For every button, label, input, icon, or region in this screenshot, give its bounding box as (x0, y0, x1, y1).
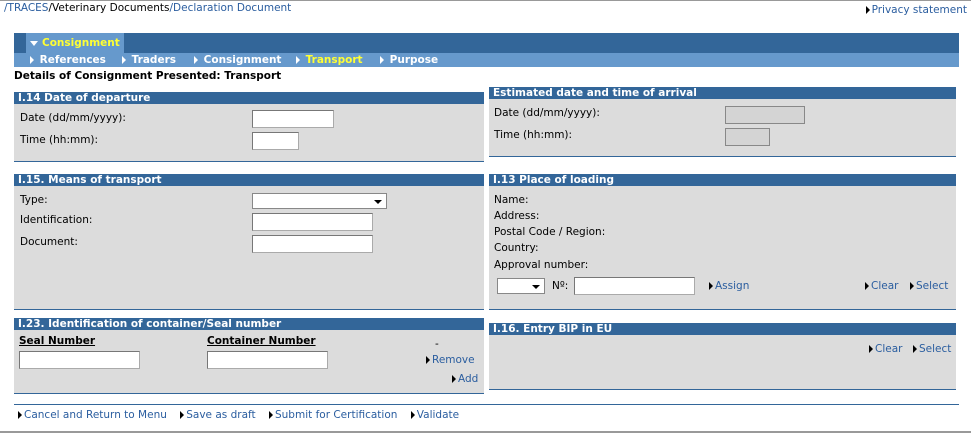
departure-time-input[interactable] (252, 132, 299, 150)
loading-approval-number-input[interactable] (574, 277, 695, 295)
arrow-right-icon (869, 345, 873, 353)
arrow-right-icon (122, 56, 126, 64)
subnav-transport[interactable]: Transport (296, 54, 363, 66)
footer-actions: Cancel and Return to Menu Save as draft … (18, 409, 469, 421)
loading-postal-label: Postal Code / Region: (494, 226, 606, 238)
loading-panel: I.13 Place of loading Name: Address: Pos… (489, 174, 956, 310)
transport-document-input[interactable] (252, 235, 373, 253)
arrow-right-icon (910, 282, 914, 290)
page-title: Details of Consignment Presented: Transp… (14, 70, 282, 82)
subnav-traders[interactable]: Traders (122, 54, 176, 66)
arrow-right-icon (194, 56, 198, 64)
tab-consignment[interactable]: Consignment (26, 33, 124, 53)
transport-identification-input[interactable] (252, 213, 373, 231)
transport-title: I.15. Means of transport (14, 174, 484, 186)
arrow-right-icon (426, 356, 430, 364)
arrival-panel: Estimated date and time of arrival Date … (489, 87, 956, 157)
bip-select-link[interactable]: Select (913, 343, 951, 355)
arrow-right-icon (913, 345, 917, 353)
transport-type-label: Type: (20, 194, 48, 206)
divider (14, 404, 959, 405)
loading-country-label: Country: (494, 242, 539, 254)
container-panel: I.23. Identification of container/Seal n… (14, 318, 484, 394)
validate-link[interactable]: Validate (410, 409, 469, 421)
container-title: I.23. Identification of container/Seal n… (14, 318, 484, 330)
departure-time-label: Time (hh:mm): (20, 134, 99, 146)
transport-type-select[interactable] (252, 193, 387, 209)
departure-date-input[interactable] (252, 110, 334, 128)
transport-panel: I.15. Means of transport Type: Identific… (14, 174, 484, 310)
add-link[interactable]: Add (452, 373, 478, 385)
tab-bar: Consignment (14, 33, 959, 53)
seal-number-header: Seal Number (19, 335, 96, 347)
arrow-right-icon (268, 411, 273, 419)
arrow-right-icon (709, 282, 713, 290)
triangle-down-icon (30, 40, 38, 46)
transport-identification-label: Identification: (20, 214, 93, 226)
transport-document-label: Document: (20, 236, 78, 248)
seal-number-input[interactable] (19, 351, 140, 369)
arrival-date-input[interactable] (725, 106, 805, 124)
subnav-references[interactable]: References (30, 54, 106, 66)
save-draft-link[interactable]: Save as draft (180, 409, 265, 421)
cancel-return-menu-link[interactable]: Cancel and Return to Menu (18, 409, 177, 421)
loading-approval-type-select[interactable] (497, 278, 545, 294)
breadcrumb-traces-link[interactable]: TRACES (8, 2, 49, 14)
sub-navigation: References Traders Consignment Transport… (14, 53, 959, 67)
loading-title: I.13 Place of loading (489, 174, 956, 186)
loading-name-label: Name: (494, 194, 529, 206)
bip-clear-link[interactable]: Clear (869, 343, 902, 355)
subnav-consignment[interactable]: Consignment (194, 54, 281, 66)
subnav-purpose[interactable]: Purpose (380, 54, 438, 66)
dash-text: - (435, 338, 439, 350)
departure-date-label: Date (dd/mm/yyyy): (20, 112, 126, 124)
arrival-time-input[interactable] (725, 128, 770, 146)
arrow-right-icon (865, 6, 870, 14)
loading-assign-link[interactable]: Assign (709, 280, 749, 292)
arrow-right-icon (30, 56, 34, 64)
arrival-title: Estimated date and time of arrival (489, 87, 956, 99)
departure-title: I.14 Date of departure (14, 92, 484, 104)
arrow-right-icon (180, 411, 185, 419)
chevron-down-icon (532, 285, 540, 289)
bip-title: I.16. Entry BIP in EU (489, 323, 956, 335)
chevron-down-icon (374, 200, 382, 204)
breadcrumb-section: Veterinary Documents (52, 2, 170, 14)
loading-select-link[interactable]: Select (910, 280, 948, 292)
loading-clear-link[interactable]: Clear (865, 280, 898, 292)
loading-approval-label: Approval number: (494, 259, 589, 271)
arrow-right-icon (296, 56, 300, 64)
container-number-header: Container Number (207, 335, 316, 347)
arrival-date-label: Date (dd/mm/yyyy): (494, 107, 600, 119)
loading-address-label: Address: (494, 210, 540, 222)
arrow-right-icon (410, 411, 415, 419)
breadcrumb: /TRACES/Veterinary Documents/Declaration… (4, 2, 291, 14)
arrow-right-icon (380, 56, 384, 64)
arrow-right-icon (452, 375, 456, 383)
privacy-statement-link[interactable]: Privacy statement (865, 4, 967, 16)
remove-link[interactable]: Remove (426, 354, 475, 366)
arrow-right-icon (18, 411, 22, 419)
submit-certification-link[interactable]: Submit for Certification (268, 409, 407, 421)
bip-panel: I.16. Entry BIP in EU Clear Select (489, 323, 956, 390)
container-number-input[interactable] (207, 351, 328, 369)
breadcrumb-current-link[interactable]: Declaration Document (173, 2, 291, 14)
departure-panel: I.14 Date of departure Date (dd/mm/yyyy)… (14, 92, 484, 162)
arrow-right-icon (865, 282, 869, 290)
arrival-time-label: Time (hh:mm): (494, 129, 573, 141)
loading-no-label: Nº: (552, 280, 569, 292)
